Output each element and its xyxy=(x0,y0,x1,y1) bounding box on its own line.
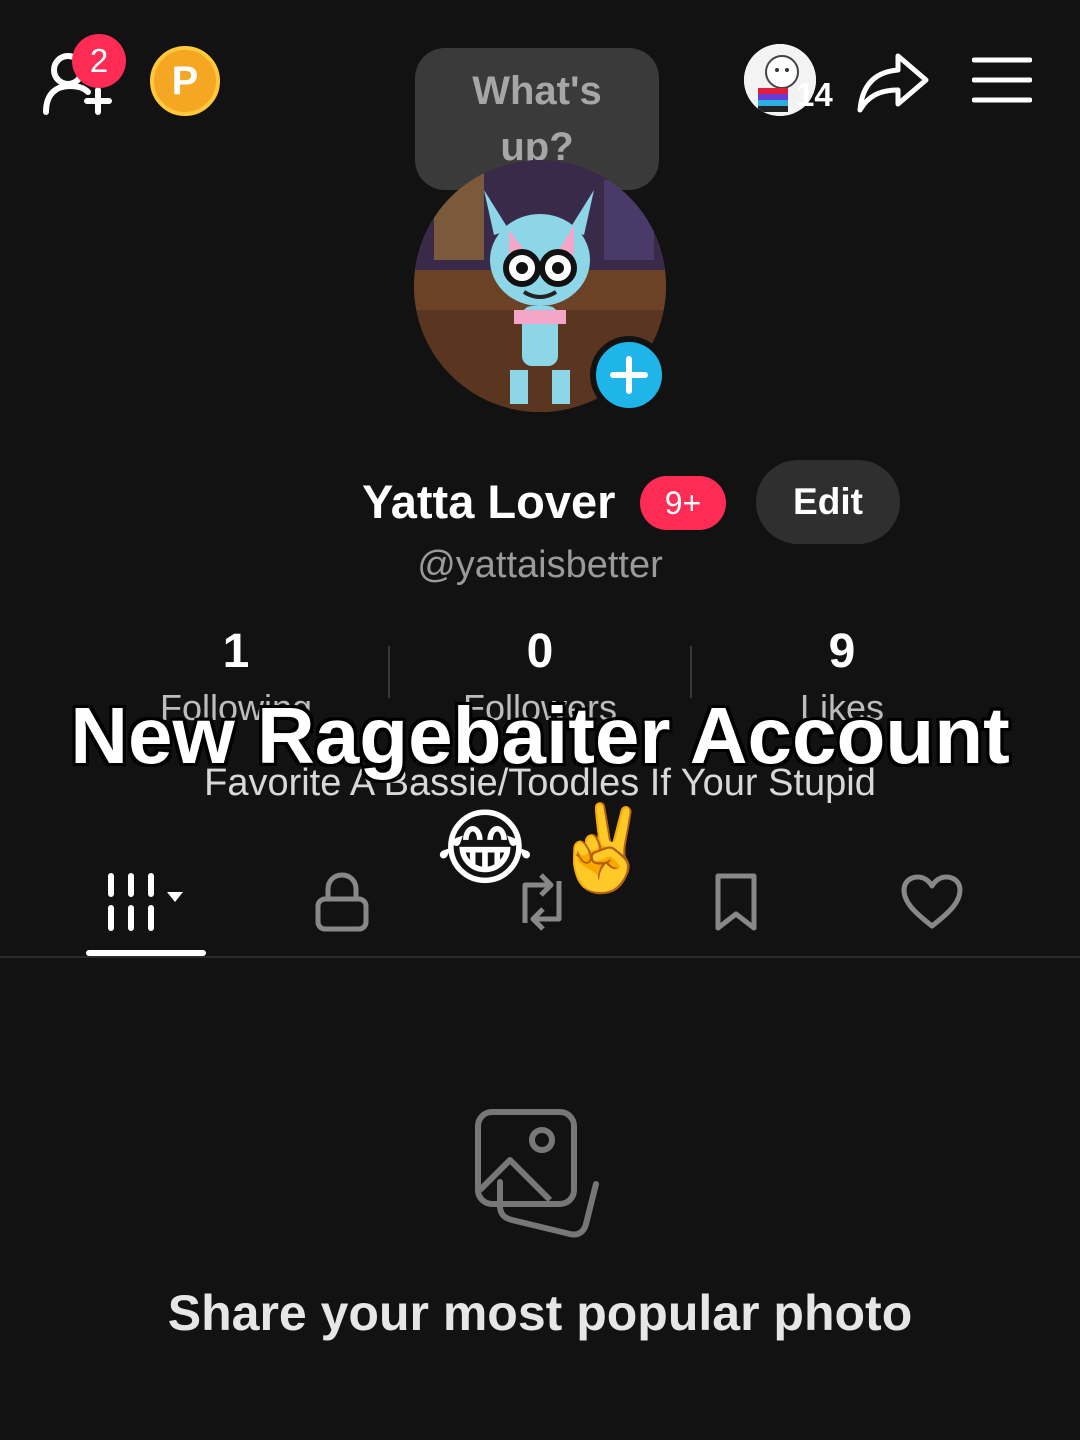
tab-saved[interactable] xyxy=(676,862,796,942)
tabs-divider xyxy=(0,956,1080,958)
profile-name-row: Yatta Lover 9+ Edit xyxy=(0,460,1080,544)
bookmark-icon xyxy=(715,873,757,931)
tab-reposts[interactable] xyxy=(482,862,602,942)
notification-badge[interactable]: 9+ xyxy=(640,476,726,530)
friend-request-badge: 2 xyxy=(72,34,126,88)
share-button[interactable] xyxy=(856,50,930,114)
heart-icon xyxy=(901,874,963,929)
tab-liked[interactable] xyxy=(872,862,992,942)
lock-icon xyxy=(315,872,369,932)
empty-state-message: Share your most popular photo xyxy=(167,1285,913,1341)
grid-icon xyxy=(108,873,183,931)
share-icon xyxy=(857,53,929,113)
coins-button[interactable]: P xyxy=(150,46,220,116)
stat-value: 1 xyxy=(222,625,250,678)
profile-viewers-count: 14 xyxy=(796,76,833,113)
edit-profile-button[interactable]: Edit xyxy=(756,460,900,544)
overlay-caption: New Ragebaiter Account xyxy=(70,691,1010,780)
display-name: Yatta Lover xyxy=(362,475,616,528)
status-bubble-text: What's up? xyxy=(472,69,602,169)
add-story-button[interactable] xyxy=(590,336,668,414)
tab-posts[interactable] xyxy=(86,862,206,942)
menu-button[interactable] xyxy=(971,56,1033,104)
photo-placeholder-icon xyxy=(470,1106,610,1246)
tab-private[interactable] xyxy=(282,862,402,942)
plus-icon xyxy=(610,356,648,394)
stat-value: 0 xyxy=(526,625,554,678)
stat-value: 9 xyxy=(828,625,856,678)
username: @yattaisbetter xyxy=(417,544,663,586)
coin-letter: P xyxy=(171,58,199,103)
repost-icon xyxy=(522,873,562,931)
hamburger-menu-icon xyxy=(971,57,1033,103)
